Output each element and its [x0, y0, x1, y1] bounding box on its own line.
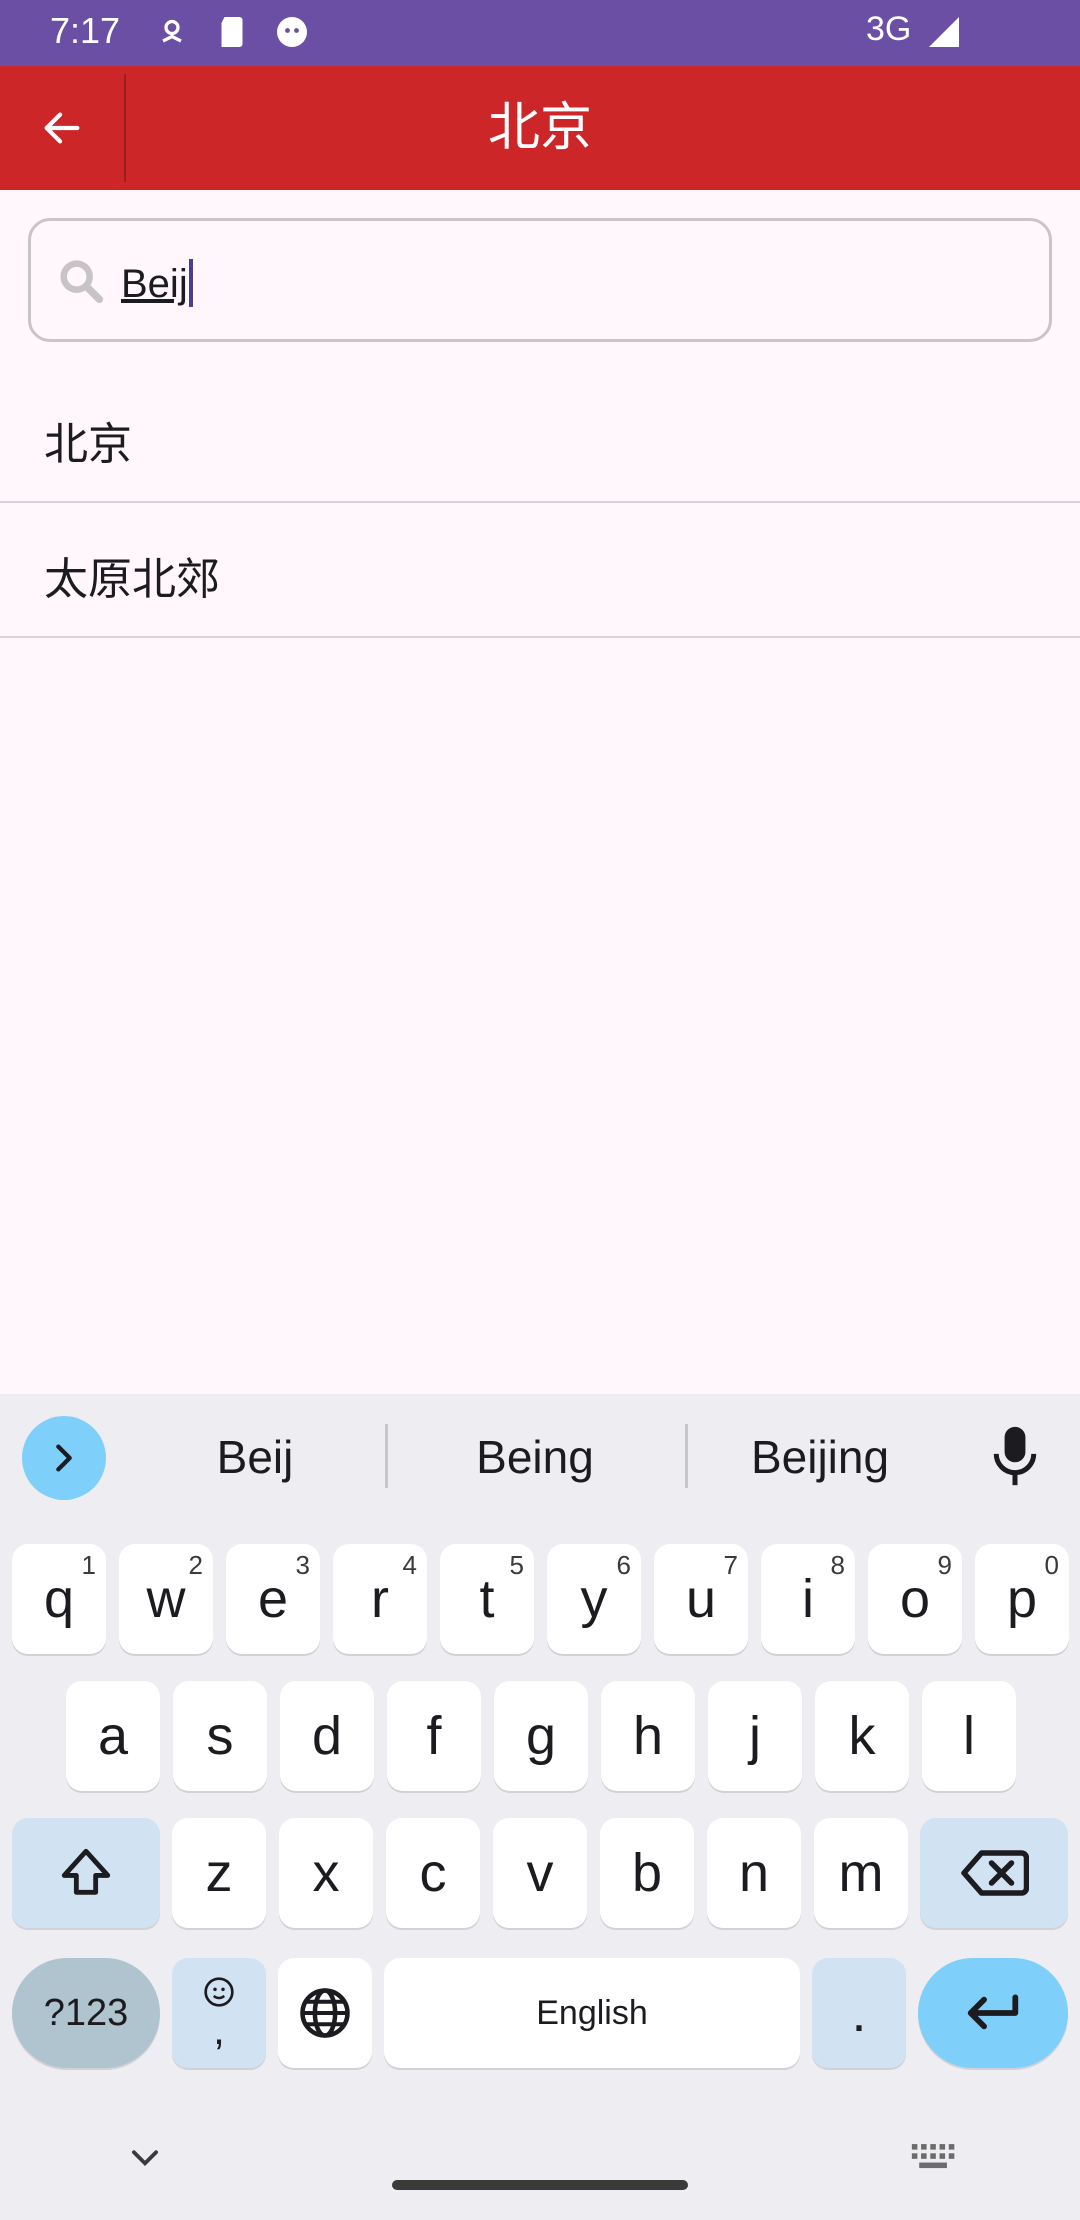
app-notification-icon [277, 17, 307, 47]
key-e[interactable]: e3 [226, 1544, 320, 1654]
key-l[interactable]: l [922, 1681, 1016, 1791]
app-bar: 北京 [0, 66, 1080, 190]
space-key[interactable]: English [384, 1958, 800, 2068]
key-k[interactable]: k [815, 1681, 909, 1791]
signal-icon [929, 17, 959, 47]
key-z[interactable]: z [172, 1818, 266, 1928]
suggestion-divider [685, 1424, 688, 1488]
key-b[interactable]: b [600, 1818, 694, 1928]
key-x[interactable]: x [279, 1818, 373, 1928]
key-hint: 8 [830, 1550, 845, 1580]
key-g[interactable]: g [494, 1681, 588, 1791]
text-cursor [188, 259, 193, 307]
key-q[interactable]: q1 [12, 1544, 106, 1654]
search-input[interactable]: Beij [28, 218, 1052, 342]
list-item-label: 太原北郊 [44, 555, 220, 604]
key-f[interactable]: f [387, 1681, 481, 1791]
status-time: 7:17 [50, 10, 121, 51]
comma-label: , [213, 2006, 225, 2053]
key-y[interactable]: y6 [547, 1544, 641, 1654]
sd-card-icon [221, 17, 243, 47]
key-label: y [580, 1569, 608, 1629]
shift-key[interactable] [12, 1818, 160, 1928]
key-label: o [899, 1569, 931, 1629]
suggestion-2[interactable]: Being [420, 1422, 650, 1492]
hide-keyboard-icon[interactable] [126, 2138, 164, 2176]
key-a[interactable]: a [66, 1681, 160, 1791]
key-label: r [371, 1569, 389, 1629]
search-value: Beij [121, 259, 193, 307]
period-key[interactable]: . [812, 1958, 906, 2068]
key-hint: 7 [723, 1550, 738, 1580]
key-hint: 5 [509, 1550, 524, 1580]
expand-toolbar-button[interactable] [22, 1416, 106, 1500]
key-w[interactable]: w2 [119, 1544, 213, 1654]
back-button[interactable] [0, 66, 124, 190]
status-bar: 7:17 3G [0, 0, 1080, 66]
key-hint: 4 [402, 1550, 417, 1580]
key-n[interactable]: n [707, 1818, 801, 1928]
microphone-icon[interactable] [990, 1424, 1040, 1488]
key-label: e [257, 1569, 289, 1629]
key-hint: 9 [937, 1550, 952, 1580]
chevron-right-icon [56, 1444, 72, 1472]
key-h[interactable]: h [601, 1681, 695, 1791]
list-item-label: 北京 [44, 420, 132, 469]
globe-icon [300, 1988, 350, 2038]
key-label: q [43, 1569, 75, 1629]
emoji-comma-key[interactable]: , [172, 1958, 266, 2068]
key-t[interactable]: t5 [440, 1544, 534, 1654]
suggestion-1[interactable]: Beij [150, 1422, 360, 1492]
key-label: t [479, 1569, 495, 1629]
key-u[interactable]: u7 [654, 1544, 748, 1654]
app-bar-divider [124, 74, 126, 182]
suggestion-divider [385, 1424, 388, 1488]
soft-keyboard: Beij Being Beijing q1w2e3r4t5y6u7i8o9p0 … [0, 1394, 1080, 2220]
key-hint: 1 [81, 1550, 96, 1580]
emoji-icon [204, 1977, 234, 2007]
key-label: w [146, 1569, 186, 1629]
key-label: p [1006, 1569, 1038, 1629]
search-icon [60, 260, 104, 304]
network-type: 3G [866, 10, 912, 48]
key-s[interactable]: s [173, 1681, 267, 1791]
enter-icon [967, 1994, 1019, 2030]
key-p[interactable]: p0 [975, 1544, 1069, 1654]
backspace-icon [961, 1850, 1029, 1896]
key-hint: 0 [1044, 1550, 1059, 1580]
key-label: u [685, 1569, 717, 1629]
key-r[interactable]: r4 [333, 1544, 427, 1654]
symbols-key[interactable]: ?123 [12, 1958, 160, 2068]
key-c[interactable]: c [386, 1818, 480, 1928]
key-v[interactable]: v [493, 1818, 587, 1928]
key-hint: 3 [295, 1550, 310, 1580]
key-d[interactable]: d [280, 1681, 374, 1791]
key-hint: 2 [188, 1550, 203, 1580]
key-m[interactable]: m [814, 1818, 908, 1928]
key-hint: 6 [616, 1550, 631, 1580]
page-title: 北京 [487, 99, 592, 157]
list-item[interactable]: 北京 [0, 368, 1080, 503]
backspace-key[interactable] [920, 1818, 1068, 1928]
enter-key[interactable] [918, 1958, 1068, 2068]
arrow-back-icon [44, 112, 80, 144]
suggestion-3[interactable]: Beijing [700, 1422, 940, 1492]
key-j[interactable]: j [708, 1681, 802, 1791]
home-gesture-handle[interactable] [392, 2180, 688, 2190]
list-item[interactable]: 太原北郊 [0, 503, 1080, 638]
keyboard-switch-icon[interactable] [910, 2138, 958, 2176]
location-status-icon [162, 19, 182, 43]
shift-icon [61, 1848, 111, 1895]
key-label: i [802, 1569, 814, 1629]
language-key[interactable] [278, 1958, 372, 2068]
key-o[interactable]: o9 [868, 1544, 962, 1654]
key-i[interactable]: i8 [761, 1544, 855, 1654]
